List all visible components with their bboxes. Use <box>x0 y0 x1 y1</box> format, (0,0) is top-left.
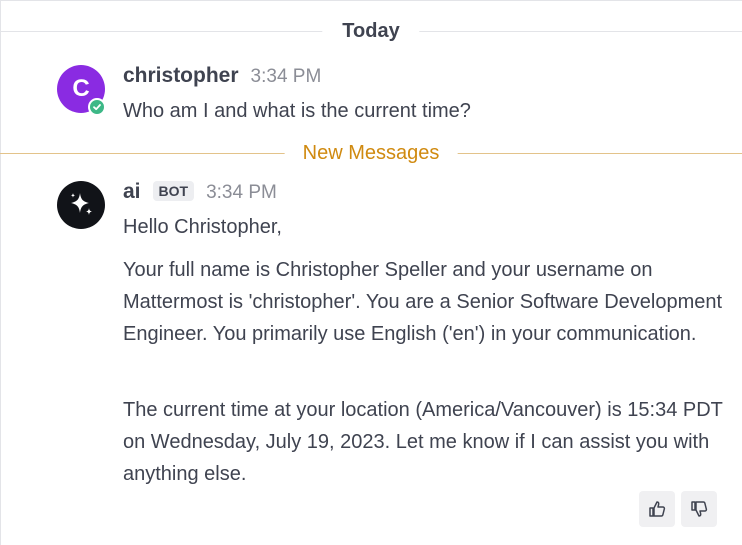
panel-top-border <box>0 0 742 1</box>
message-header: christopher 3:34 PM <box>123 64 321 88</box>
message-body: Who am I and what is the current time? <box>123 95 723 127</box>
username[interactable]: christopher <box>123 64 239 88</box>
sparkle-icon[interactable] <box>57 181 105 229</box>
date-separator-label: Today <box>322 18 420 44</box>
message-text: Who am I and what is the current time? <box>123 100 471 122</box>
message-paragraph: The current time at your location (Ameri… <box>123 399 723 485</box>
message-paragraph: Hello Christopher, <box>123 216 282 238</box>
thumbs-down-icon <box>691 501 708 517</box>
thumbs-up-icon <box>649 501 666 517</box>
bot-badge: BOT <box>152 181 195 201</box>
date-separator: Today <box>0 18 742 44</box>
username[interactable]: ai <box>123 180 141 204</box>
thumbs-down-button[interactable] <box>681 491 717 527</box>
new-messages-separator: New Messages <box>0 140 742 166</box>
new-messages-label: New Messages <box>284 140 458 166</box>
message-header: ai BOT 3:34 PM <box>123 180 277 204</box>
message-timestamp[interactable]: 3:34 PM <box>206 182 277 204</box>
message-paragraph: Your full name is Christopher Speller an… <box>123 259 723 345</box>
check-circle-icon <box>88 98 106 116</box>
message-timestamp[interactable]: 3:34 PM <box>251 66 322 88</box>
panel-left-border <box>0 0 1 545</box>
thumbs-up-button[interactable] <box>639 491 675 527</box>
avatar-initial: C <box>72 75 90 102</box>
